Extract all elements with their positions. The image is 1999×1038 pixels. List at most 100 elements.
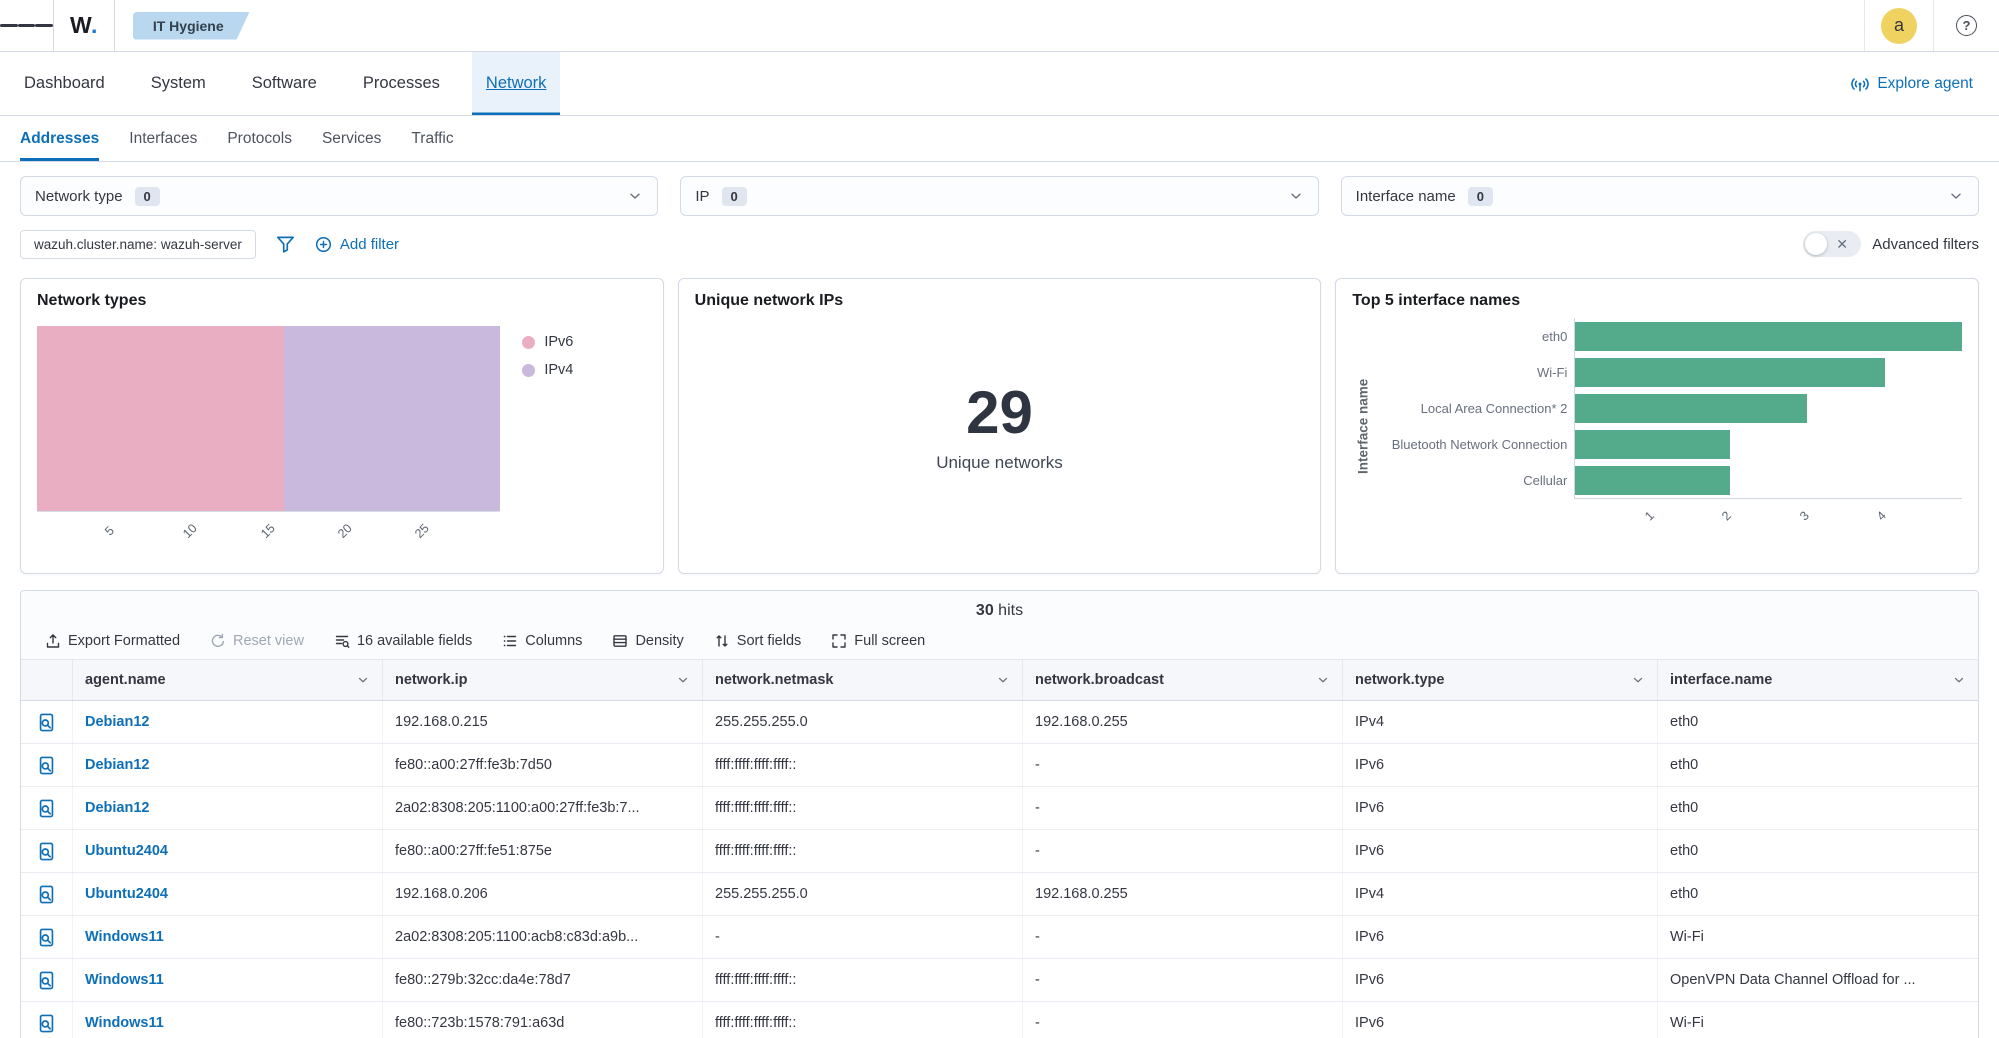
select-label: Network type — [35, 188, 123, 205]
inspect-document-icon[interactable] — [37, 756, 56, 775]
filter-selects-row: Network type 0 IP 0 Interface name 0 — [20, 176, 1979, 216]
full-screen-button[interactable]: Full screen — [831, 633, 925, 649]
table-row: Debian12 192.168.0.215 255.255.255.0 192… — [21, 701, 1978, 744]
logo[interactable]: W. — [53, 0, 115, 51]
agent-name-link[interactable]: Windows11 — [73, 1002, 383, 1038]
filter-funnel-icon[interactable] — [276, 235, 295, 254]
agent-name-link[interactable]: Debian12 — [73, 744, 383, 786]
sort-fields-button[interactable]: Sort fields — [714, 633, 801, 649]
bar-row: Wi-Fi — [1575, 354, 1962, 390]
columns-button[interactable]: Columns — [502, 633, 582, 649]
export-formatted-button[interactable]: Export Formatted — [45, 633, 180, 649]
antenna-icon — [1851, 75, 1869, 93]
inspect-document-icon[interactable] — [37, 713, 56, 732]
subtab-traffic[interactable]: Traffic — [411, 116, 453, 161]
tab-system[interactable]: System — [137, 52, 220, 115]
inspect-document-icon[interactable] — [37, 1014, 56, 1033]
table-row: Debian12 2a02:8308:205:1100:a00:27ff:fe3… — [21, 787, 1978, 830]
network-ip-cell: fe80::a00:27ff:fe51:875e — [383, 830, 703, 872]
add-filter-button[interactable]: Add filter — [315, 236, 399, 253]
panel-title: Unique network IPs — [695, 292, 1305, 310]
row-control-cell — [21, 916, 73, 958]
advanced-filters-label: Advanced filters — [1872, 236, 1979, 253]
fullscreen-icon — [831, 633, 847, 649]
agent-name-link[interactable]: Debian12 — [73, 701, 383, 743]
row-control-cell — [21, 1002, 73, 1038]
bar-segment-ipv6 — [37, 326, 284, 511]
row-control-cell — [21, 787, 73, 829]
x-tick-label: 3 — [1797, 509, 1812, 524]
logo-dot: . — [91, 12, 98, 38]
explore-agent-button[interactable]: Explore agent — [1851, 52, 1973, 115]
available-fields-button[interactable]: 16 available fields — [334, 633, 472, 649]
unique-ips-panel: Unique network IPs 29 Unique networks — [678, 278, 1322, 574]
column-header-agent-name[interactable]: agent.name — [73, 660, 383, 700]
row-control-cell — [21, 873, 73, 915]
x-tick-label: 5 — [102, 524, 117, 539]
subtab-addresses[interactable]: Addresses — [20, 116, 99, 161]
inspect-document-icon[interactable] — [37, 885, 56, 904]
agent-name-link[interactable]: Debian12 — [73, 787, 383, 829]
top-interfaces-ticks: 1234 — [1574, 499, 1962, 535]
advanced-filters-toggle[interactable]: ✕ — [1803, 231, 1861, 257]
agent-name-link[interactable]: Ubuntu2404 — [73, 873, 383, 915]
category-label: Wi-Fi — [1377, 365, 1567, 380]
results-panel: 30 hits Export Formatted Reset view 16 a… — [20, 590, 1979, 1038]
network-type-cell: IPv6 — [1343, 787, 1658, 829]
metric-value: 29 — [966, 378, 1033, 447]
select-label: Interface name — [1356, 188, 1456, 205]
subtab-services[interactable]: Services — [322, 116, 381, 161]
interface-name-cell: eth0 — [1658, 744, 1978, 786]
agent-name-link[interactable]: Windows11 — [73, 916, 383, 958]
network-type-select[interactable]: Network type 0 — [20, 176, 658, 216]
bar-track — [1575, 394, 1962, 423]
agent-name-link[interactable]: Windows11 — [73, 959, 383, 1001]
reset-view-button[interactable]: Reset view — [210, 633, 304, 649]
network-netmask-cell: ffff:ffff:ffff:ffff:: — [703, 1002, 1023, 1038]
network-types-legend: IPv6 IPv4 — [500, 326, 573, 554]
agent-name-link[interactable]: Ubuntu2404 — [73, 830, 383, 872]
legend-item-ipv6[interactable]: IPv6 — [522, 334, 573, 350]
legend-label: IPv4 — [544, 362, 573, 378]
export-icon — [45, 633, 61, 649]
tab-network[interactable]: Network — [472, 52, 561, 115]
inspect-document-icon[interactable] — [37, 799, 56, 818]
panel-title: Top 5 interface names — [1352, 292, 1962, 310]
chevron-down-icon — [1952, 673, 1966, 687]
top-interfaces-chart: eth0Wi-FiLocal Area Connection* 2Bluetoo… — [1374, 318, 1962, 535]
inspect-document-icon[interactable] — [37, 928, 56, 947]
chevron-down-icon — [356, 673, 370, 687]
legend-item-ipv4[interactable]: IPv4 — [522, 362, 573, 378]
subtab-protocols[interactable]: Protocols — [227, 116, 292, 161]
ip-select[interactable]: IP 0 — [680, 176, 1318, 216]
column-header-network-ip[interactable]: network.ip — [383, 660, 703, 700]
tab-processes[interactable]: Processes — [349, 52, 454, 115]
table-row: Windows11 2a02:8308:205:1100:acb8:c83d:a… — [21, 916, 1978, 959]
density-button[interactable]: Density — [612, 633, 683, 649]
header-right: a ? — [1864, 0, 1999, 51]
column-header-interface-name[interactable]: interface.name — [1658, 660, 1978, 700]
chevron-down-icon — [1948, 188, 1964, 204]
breadcrumb[interactable]: IT Hygiene — [133, 12, 250, 40]
column-header-network-broadcast[interactable]: network.broadcast — [1023, 660, 1343, 700]
bar — [1575, 466, 1730, 495]
column-header-network-type[interactable]: network.type — [1343, 660, 1658, 700]
x-tick-label: 25 — [412, 521, 432, 541]
filter-pill[interactable]: wazuh.cluster.name: wazuh-server — [20, 230, 256, 259]
chevron-down-icon — [627, 188, 643, 204]
table-header-row: agent.name network.ip network.netmask ne… — [21, 659, 1978, 701]
subtab-interfaces[interactable]: Interfaces — [129, 116, 197, 161]
column-header-network-netmask[interactable]: network.netmask — [703, 660, 1023, 700]
hits-bar: 30 hits — [21, 591, 1978, 627]
tab-software[interactable]: Software — [238, 52, 331, 115]
inspect-document-icon[interactable] — [37, 842, 56, 861]
avatar[interactable]: a — [1881, 8, 1917, 44]
select-label: IP — [695, 188, 709, 205]
help-icon[interactable]: ? — [1956, 15, 1977, 36]
interface-name-select[interactable]: Interface name 0 — [1341, 176, 1979, 216]
tab-dashboard[interactable]: Dashboard — [10, 52, 119, 115]
menu-icon[interactable] — [0, 0, 53, 51]
interface-name-cell: eth0 — [1658, 701, 1978, 743]
inspect-document-icon[interactable] — [37, 971, 56, 990]
network-ip-cell: 192.168.0.215 — [383, 701, 703, 743]
